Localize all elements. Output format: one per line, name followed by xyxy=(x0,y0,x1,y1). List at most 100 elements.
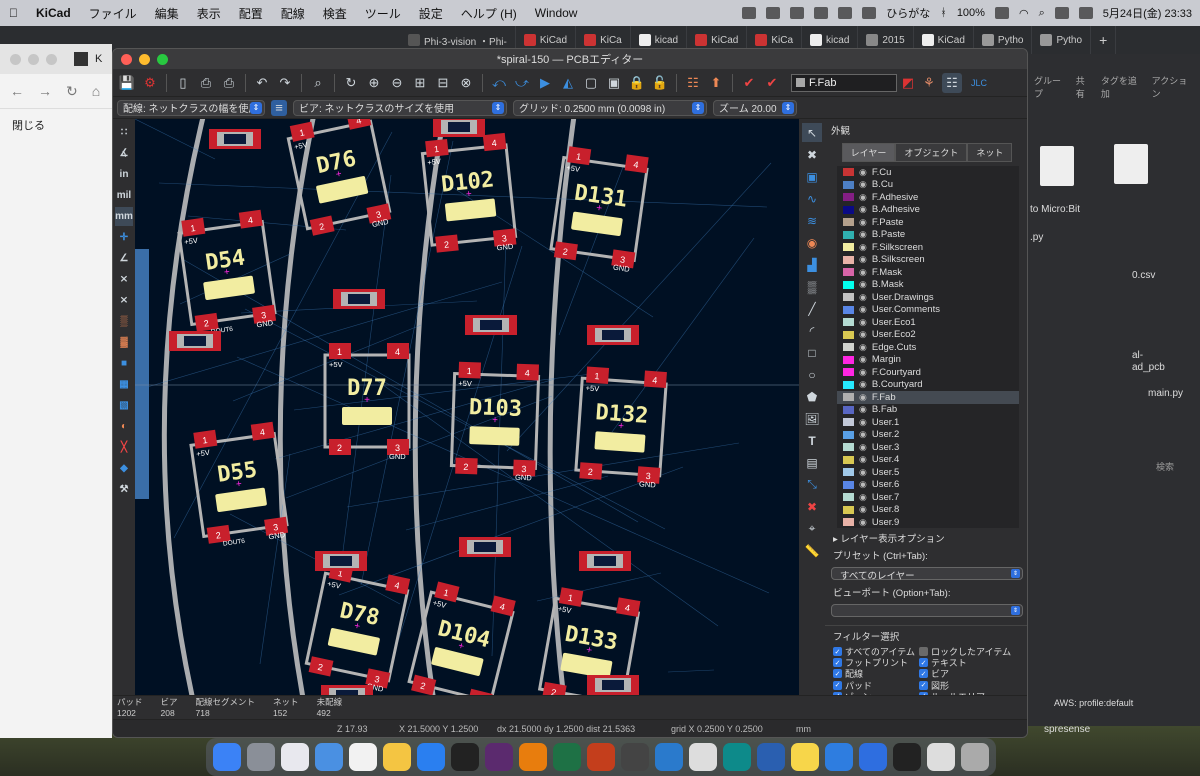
layer-color-swatch[interactable] xyxy=(843,455,854,464)
netlist-icon[interactable]: ☷ xyxy=(683,73,703,93)
drc-check-icon[interactable]: ✔ xyxy=(762,73,782,93)
layer-row[interactable]: ◉ User.5 xyxy=(837,466,1019,479)
units-inch-button[interactable]: in xyxy=(115,165,133,184)
browser-tab[interactable]: Pytho xyxy=(1032,26,1092,54)
vs-code-dock-icon[interactable] xyxy=(655,743,683,771)
layer-row[interactable]: ◉ User.Eco1 xyxy=(837,316,1019,329)
menu-inspect[interactable]: 検査 xyxy=(314,5,356,22)
zoom-fit-icon[interactable]: ⊞ xyxy=(410,73,430,93)
print-icon[interactable]: ⎙ xyxy=(196,73,216,93)
layer-row[interactable]: ◉ F.Fab xyxy=(837,391,1019,404)
cursor-style-icon[interactable]: ✛ xyxy=(115,228,133,247)
layer-row[interactable]: ◉ F.Adhesive xyxy=(837,191,1019,204)
capacitor-footprint[interactable] xyxy=(465,315,517,335)
route-track-icon[interactable]: ∿ xyxy=(802,189,822,208)
add-image-icon[interactable]: 🖼 xyxy=(802,409,822,428)
layer-row[interactable]: ◉ User.2 xyxy=(837,429,1019,442)
zoom-in-icon[interactable]: ⊕ xyxy=(364,73,384,93)
layer-selector[interactable]: F.Fab xyxy=(791,73,897,92)
layer-row[interactable]: ◉ User.6 xyxy=(837,479,1019,492)
jlcpcb-plugin-icon[interactable]: JLC xyxy=(965,73,993,93)
menu-window[interactable]: Window xyxy=(526,6,587,20)
arduino-dock-icon[interactable] xyxy=(723,743,751,771)
ratsnest-local-icon[interactable]: ⨯ xyxy=(115,291,133,310)
layer-pair-icon[interactable]: ◩ xyxy=(900,73,916,93)
rotate-cw-icon[interactable]: ⤻ xyxy=(512,73,532,93)
bluetooth-icon[interactable]: ᚼ xyxy=(940,7,947,19)
terminal-dock-icon[interactable] xyxy=(451,743,479,771)
layer-row[interactable]: ◉ F.Cu xyxy=(837,166,1019,179)
settings-dock-icon[interactable] xyxy=(247,743,275,771)
slack-dock-icon[interactable] xyxy=(485,743,513,771)
layer-color-swatch[interactable] xyxy=(843,405,854,414)
eye-icon[interactable]: ◉ xyxy=(859,317,867,328)
layer-row[interactable]: ◉ User.Eco2 xyxy=(837,329,1019,342)
eye-icon[interactable]: ◉ xyxy=(859,179,867,190)
units-mm-button[interactable]: mm xyxy=(115,207,133,226)
via-display-icon[interactable]: ▦ xyxy=(115,375,133,394)
capacitor-footprint[interactable] xyxy=(433,119,485,137)
ratsnest-curved-icon[interactable]: ⨯ xyxy=(115,270,133,289)
layer-row[interactable]: ◉ User.9 xyxy=(837,516,1019,528)
layer-row[interactable]: ◉ User.3 xyxy=(837,441,1019,454)
auto-track-width-icon[interactable]: ≡ xyxy=(271,99,287,116)
draw-arc-icon[interactable]: ◜ xyxy=(802,321,822,340)
minimize-window-button[interactable] xyxy=(28,53,39,65)
eye-icon[interactable]: ◉ xyxy=(859,404,867,415)
minimize-window-button[interactable] xyxy=(139,54,150,65)
refresh-icon[interactable]: ↻ xyxy=(341,73,361,93)
board-setup-icon[interactable]: ⚙ xyxy=(140,73,160,93)
checkbox-icon[interactable]: ✓ xyxy=(833,658,842,668)
layer-row[interactable]: ◉ Margin xyxy=(837,354,1019,367)
save-icon[interactable]: 💾 xyxy=(117,73,137,93)
eye-icon[interactable]: ◉ xyxy=(859,467,867,478)
undo-icon[interactable]: ↶ xyxy=(252,73,272,93)
add-via-icon[interactable]: ◉ xyxy=(802,233,822,252)
preview-dock-icon[interactable] xyxy=(927,743,955,771)
zoom-selection-icon[interactable]: ⊗ xyxy=(456,73,476,93)
eye-icon[interactable]: ◉ xyxy=(859,379,867,390)
draw-polygon-icon[interactable]: ⬟ xyxy=(802,387,822,406)
units-mil-button[interactable]: mil xyxy=(115,186,133,205)
menu-route[interactable]: 配線 xyxy=(272,5,314,22)
appearance-panel-icon[interactable]: ☷ xyxy=(942,72,962,93)
eye-icon[interactable]: ◉ xyxy=(859,192,867,203)
group-icon[interactable]: ▢ xyxy=(581,73,601,93)
layer-color-swatch[interactable] xyxy=(843,205,854,214)
layer-color-swatch[interactable] xyxy=(843,505,854,514)
launchpad-dock-icon[interactable] xyxy=(281,743,309,771)
footprint-editor-icon[interactable]: ⚘ xyxy=(919,73,939,93)
place-footprint-icon[interactable]: ▣ xyxy=(802,167,822,186)
siri-icon[interactable] xyxy=(1078,7,1093,19)
home-icon[interactable]: ⌂ xyxy=(92,83,100,99)
eye-icon[interactable]: ◉ xyxy=(859,429,867,440)
capacitor-footprint[interactable] xyxy=(333,289,385,309)
layer-color-swatch[interactable] xyxy=(843,443,854,452)
layer-color-swatch[interactable] xyxy=(843,255,854,264)
add-tag-button[interactable]: タグを追加 xyxy=(1101,74,1144,100)
layer-display-options-toggle[interactable]: ▸ レイヤー表示オプション xyxy=(825,528,1027,548)
zoom-out-icon[interactable]: ⊖ xyxy=(387,73,407,93)
net-color-icon[interactable]: ╳ xyxy=(115,438,133,457)
file-icon[interactable] xyxy=(1040,146,1074,186)
page-settings-icon[interactable]: ▯ xyxy=(173,73,193,93)
action-button[interactable]: アクション xyxy=(1152,74,1194,100)
notes-dock-icon[interactable] xyxy=(791,743,819,771)
ime-indicator[interactable]: ひらがな xyxy=(886,5,930,21)
checkbox-icon[interactable]: ✓ xyxy=(833,680,842,690)
eye-icon[interactable]: ◉ xyxy=(859,242,867,253)
layer-color-swatch[interactable] xyxy=(843,468,854,477)
led-footprint[interactable]: 1 42 3+5VGNDD132+ xyxy=(574,366,668,490)
viewport-dropdown[interactable]: ⇕ xyxy=(831,604,1023,617)
status-icon[interactable] xyxy=(790,7,805,19)
high-contrast-icon[interactable]: ◐ xyxy=(115,417,133,436)
eye-icon[interactable]: ◉ xyxy=(859,329,867,340)
folder-label[interactable]: spresense xyxy=(1044,724,1090,735)
unlock-icon[interactable]: 🔓 xyxy=(650,73,670,93)
clock[interactable]: 5月24日(金) 23:33 xyxy=(1103,5,1192,21)
capacitor-footprint[interactable] xyxy=(169,331,221,351)
checkbox-icon[interactable]: ✓ xyxy=(919,658,928,668)
route-diff-pair-icon[interactable]: ≋ xyxy=(802,211,822,230)
eye-icon[interactable]: ◉ xyxy=(859,254,867,265)
close-link[interactable]: 閉じる xyxy=(0,108,112,141)
